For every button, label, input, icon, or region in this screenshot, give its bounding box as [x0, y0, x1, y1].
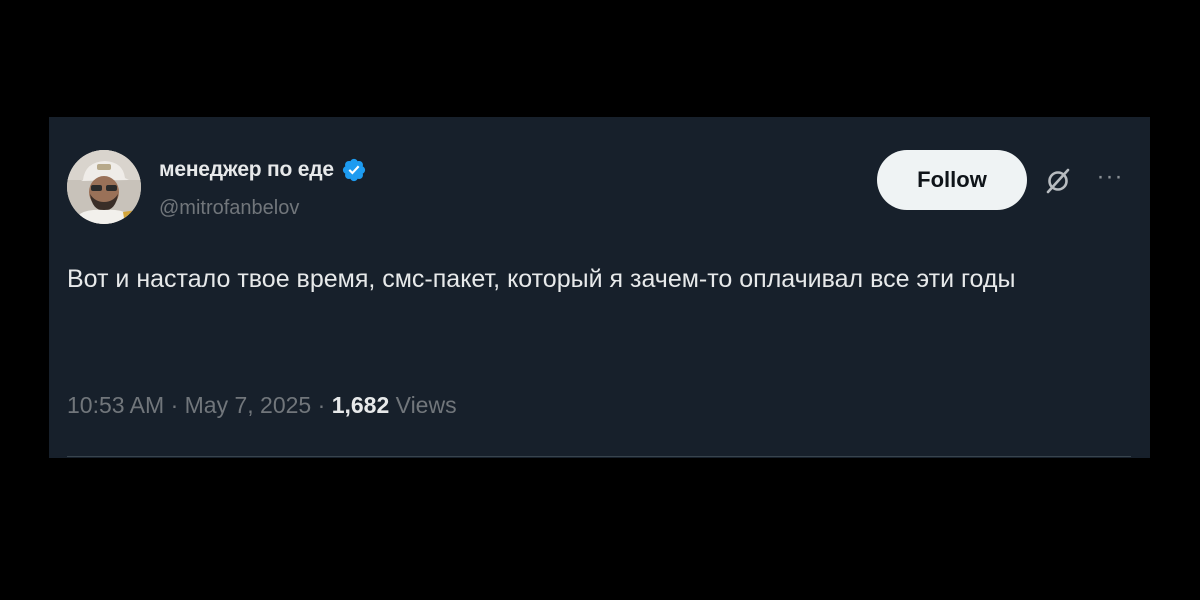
meta-separator: ·	[170, 392, 179, 418]
author-handle[interactable]: @mitrofanbelov	[159, 197, 299, 220]
more-icon[interactable]: ···	[1095, 165, 1125, 195]
meta-separator: ·	[317, 392, 326, 418]
tweet-text: Вот и настало твое время, смс-пакет, кот…	[67, 265, 1016, 293]
follow-button[interactable]: Follow	[877, 150, 1027, 210]
verified-badge-icon[interactable]	[341, 157, 367, 183]
tweet-card: менеджер по еде @mitrofanbelov Follow ··…	[49, 117, 1150, 458]
author-display-name[interactable]: менеджер по еде	[159, 158, 334, 182]
avatar-image	[67, 150, 141, 224]
author-name-row: менеджер по еде	[159, 157, 367, 183]
grok-icon[interactable]	[1044, 167, 1072, 195]
tweet-time[interactable]: 10:53 AM	[67, 392, 164, 418]
avatar[interactable]	[67, 150, 141, 224]
views-count: 1,682	[331, 392, 390, 418]
divider	[67, 456, 1131, 457]
tweet-date[interactable]: May 7, 2025	[185, 392, 312, 418]
views-label: Views	[395, 392, 457, 418]
tweet-meta: 10:53 AM · May 7, 2025 · 1,682 Views	[67, 392, 457, 419]
